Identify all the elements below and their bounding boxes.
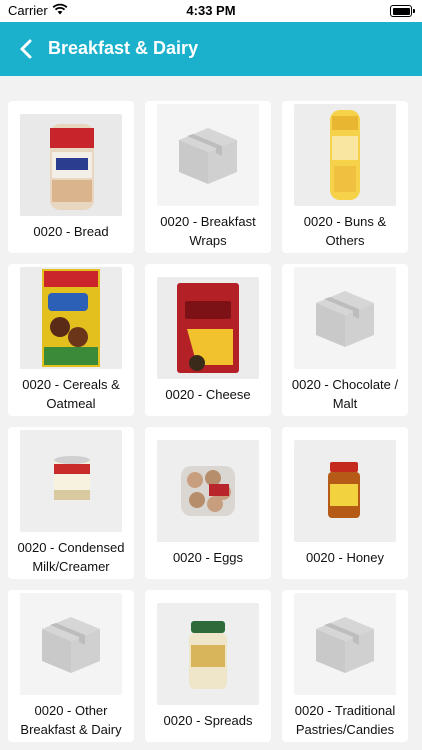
- category-card-eggs[interactable]: 0020 - Eggs: [145, 427, 271, 579]
- bread-image: [20, 113, 122, 216]
- category-card-chocolate-malt[interactable]: 0020 - Chocolate / Malt: [282, 264, 408, 416]
- placeholder-box-icon: [294, 593, 396, 695]
- egg-tray-image: [157, 439, 259, 542]
- category-card-cereals[interactable]: 0020 - Cereals & Oatmeal: [8, 264, 134, 416]
- category-card-traditional-pastries[interactable]: 0020 - Traditional Pastries/Candies: [282, 590, 408, 742]
- category-label: 0020 - Buns & Others: [303, 214, 387, 248]
- category-label: 0020 - Condensed Milk/Creamer: [17, 540, 125, 574]
- category-label: 0020 - Bread: [33, 223, 109, 239]
- category-card-cheese[interactable]: 0020 - Cheese: [145, 264, 271, 416]
- category-card-bread[interactable]: 0020 - Bread: [8, 101, 134, 253]
- spread-jar-image: [157, 602, 259, 705]
- cereal-box-image: [20, 267, 122, 369]
- category-card-breakfast-wraps[interactable]: 0020 - Breakfast Wraps: [145, 101, 271, 253]
- category-card-honey[interactable]: 0020 - Honey: [282, 427, 408, 579]
- category-label: 0020 - Cereals & Oatmeal: [22, 377, 120, 411]
- honey-jar-image: [294, 439, 396, 542]
- edam-cheese-image: [157, 276, 259, 379]
- category-card-other[interactable]: 0020 - Other Breakfast & Dairy: [8, 590, 134, 742]
- category-label: 0020 - Spreads: [163, 712, 253, 728]
- condensed-milk-can-image: [20, 430, 122, 532]
- category-card-condensed-milk[interactable]: 0020 - Condensed Milk/Creamer: [8, 427, 134, 579]
- back-chevron-icon[interactable]: [14, 36, 40, 62]
- clock: 4:33 PM: [186, 3, 236, 18]
- placeholder-box-icon: [157, 104, 259, 206]
- category-label: 0020 - Chocolate / Malt: [291, 377, 399, 411]
- category-label: 0020 - Breakfast Wraps: [160, 214, 256, 248]
- category-card-spreads[interactable]: 0020 - Spreads: [145, 590, 271, 742]
- category-label: 0020 - Cheese: [165, 386, 251, 402]
- category-label: 0020 - Other Breakfast & Dairy: [20, 703, 122, 737]
- category-card-buns[interactable]: 0020 - Buns & Others: [282, 101, 408, 253]
- category-label: 0020 - Honey: [305, 549, 385, 565]
- category-label: 0020 - Eggs: [172, 549, 244, 565]
- nav-bar: Breakfast & Dairy: [0, 22, 422, 76]
- placeholder-box-icon: [294, 267, 396, 369]
- status-bar: Carrier 4:33 PM: [0, 0, 422, 22]
- category-grid: 0020 - Bread 0020 - Breakfast Wraps 0020…: [8, 101, 408, 742]
- butter-sugar-bun-image: [294, 104, 396, 206]
- page-title: Breakfast & Dairy: [48, 38, 199, 58]
- category-label: 0020 - Traditional Pastries/Candies: [294, 703, 396, 737]
- battery-icon: [390, 5, 415, 17]
- placeholder-box-icon: [20, 593, 122, 695]
